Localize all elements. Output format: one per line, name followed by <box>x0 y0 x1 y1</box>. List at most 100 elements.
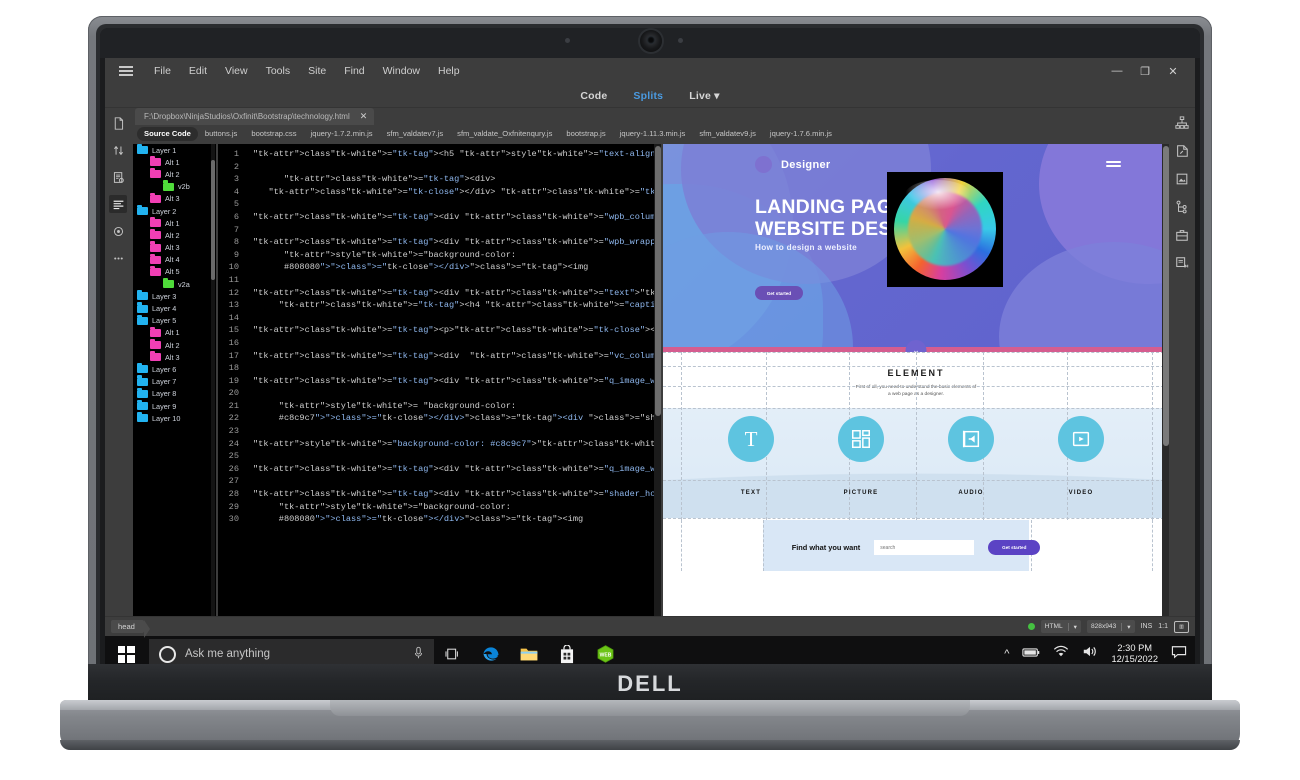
volume-icon[interactable] <box>1082 645 1098 663</box>
menu-tools[interactable]: Tools <box>257 62 300 80</box>
layer-row[interactable]: Layer 10 <box>133 412 216 424</box>
image-properties-icon[interactable] <box>1173 170 1191 188</box>
layers-panel[interactable]: Layer 1 Alt 1 Alt 2 v2b Alt 3 Layer 2 Alt 1 Alt… <box>133 144 218 616</box>
breadcrumb[interactable]: head <box>111 620 150 638</box>
view-mode-code[interactable]: Code <box>580 90 607 102</box>
layer-row[interactable]: Alt 4 <box>133 253 216 266</box>
insert-mode-indicator[interactable]: INS <box>1141 623 1153 630</box>
layer-row[interactable]: Alt 3 <box>133 241 216 254</box>
layer-row[interactable]: Layer 6 <box>133 363 216 375</box>
zoom-level-indicator[interactable]: 1:1 <box>1158 623 1168 630</box>
layer-row[interactable]: Alt 3 <box>133 192 216 205</box>
menu-file[interactable]: File <box>145 62 180 80</box>
layer-row[interactable]: Layer 3 <box>133 290 216 302</box>
window-close-button[interactable]: ✕ <box>1159 61 1187 81</box>
menu-find[interactable]: Find <box>335 62 373 80</box>
element-card-picture[interactable]: PICTURE <box>823 416 899 496</box>
live-preview-pane[interactable]: Designer LANDING PAGE WEBSITE DESIGN How… <box>663 144 1169 616</box>
layer-row[interactable]: Layer 7 <box>133 375 216 388</box>
more-dots-icon[interactable] <box>109 249 127 267</box>
code-line: "tk-attr">class"tk-white">="tk-tag"><div… <box>253 287 661 298</box>
element-card-video[interactable]: VIDEO <box>1043 416 1119 496</box>
view-mode-live[interactable]: Live ▾ <box>689 90 719 102</box>
layers-scrollbar-thumb[interactable] <box>211 160 215 280</box>
sort-arrows-icon[interactable] <box>109 141 127 159</box>
layer-row[interactable]: Alt 5 <box>133 265 216 278</box>
dom-tree-icon[interactable] <box>1173 198 1191 216</box>
code-editor-pane[interactable]: 1 2 3 4 5 6 7 8 9 10 11 12 13 14 15 16 17 18 19 20 21 22 23 24 2… <box>218 144 661 616</box>
subtab-sfm-valdatev9[interactable]: sfm_valdatev9.js <box>692 127 763 141</box>
layer-row[interactable]: Alt 2 <box>133 338 216 351</box>
microphone-icon[interactable] <box>413 646 424 663</box>
file-tab-close-icon[interactable]: ✕ <box>360 111 368 122</box>
code-scrollbar-thumb[interactable] <box>654 146 661 416</box>
battery-icon[interactable] <box>1022 645 1040 663</box>
menu-edit[interactable]: Edit <box>180 62 216 80</box>
menu-view[interactable]: View <box>216 62 257 80</box>
subtab-sfm-valdatev7[interactable]: sfm_valdatev7.js <box>380 127 451 141</box>
hero-cta-button[interactable]: Get started <box>755 286 803 300</box>
find-get-started-button[interactable]: Get started <box>988 540 1041 555</box>
menu-site[interactable]: Site <box>299 62 335 80</box>
code-line-number: 25 <box>228 451 239 462</box>
code-source-text[interactable]: "tk-attr">class"tk-white">="tk-tag"><h5 … <box>244 144 661 526</box>
taskbar-clock[interactable]: 2:30 PM 12/15/2022 <box>1111 643 1158 665</box>
subtab-jquery-172[interactable]: jquery-1.7.2.min.js <box>304 127 380 141</box>
window-size-dropdown[interactable]: 828x943 ▾ <box>1086 620 1135 633</box>
show-hidden-icons-chevron[interactable]: ^ <box>1004 648 1009 660</box>
device-preview-icon[interactable]: ▥ <box>1174 620 1189 633</box>
folder-icon <box>150 156 161 167</box>
window-minimize-button[interactable]: — <box>1103 61 1131 81</box>
layer-row[interactable]: Alt 3 <box>133 351 216 363</box>
target-icon[interactable] <box>109 222 127 240</box>
search-input[interactable] <box>874 540 975 555</box>
subtab-source-code[interactable]: Source Code <box>137 126 198 141</box>
file-tab-technology-html[interactable]: F:\Dropbox\NinjaStudios\Oxfinit\Bootstra… <box>135 108 375 125</box>
hamburger-icon[interactable] <box>1106 161 1121 170</box>
layer-row[interactable]: Layer 9 <box>133 399 216 412</box>
layer-label: Alt 2 <box>165 230 180 240</box>
chevron-down-icon[interactable]: ⌄ <box>905 340 927 352</box>
wifi-icon[interactable] <box>1053 645 1069 663</box>
preview-scrollbar-thumb[interactable] <box>1162 146 1169 446</box>
list-lines-icon[interactable] <box>109 195 127 213</box>
notifications-icon[interactable] <box>1171 645 1187 664</box>
layer-row[interactable]: Layer 5 <box>133 314 216 327</box>
menu-help[interactable]: Help <box>429 62 469 80</box>
sitemap-icon[interactable] <box>1173 114 1191 132</box>
text-t-icon: T <box>728 416 774 462</box>
layer-row[interactable]: Alt 1 <box>133 217 216 229</box>
subtab-buttons-js[interactable]: buttons.js <box>198 127 245 141</box>
file-search-icon[interactable] <box>109 168 127 186</box>
doctype-dropdown[interactable]: HTML ▾ <box>1040 620 1081 633</box>
layer-row[interactable]: Alt 1 <box>133 326 216 339</box>
layer-row[interactable]: Layer 8 <box>133 387 216 400</box>
window-maximize-button[interactable]: ❐ <box>1131 61 1159 81</box>
app-menu-hamburger-icon[interactable] <box>119 66 133 76</box>
element-card-text[interactable]: T TEXT <box>713 416 789 496</box>
view-mode-split[interactable]: Splits <box>633 90 663 102</box>
layer-row[interactable]: v2b <box>133 180 216 193</box>
assets-briefcase-icon[interactable] <box>1173 226 1191 244</box>
code-snippets-icon[interactable] <box>1173 254 1191 272</box>
layer-row[interactable]: Layer 1 <box>133 144 216 156</box>
folder-icon <box>150 229 161 240</box>
subtab-bootstrap-css[interactable]: bootstrap.css <box>244 127 303 141</box>
layer-row[interactable]: Alt 2 <box>133 229 216 241</box>
layer-row[interactable]: Alt 1 <box>133 156 216 168</box>
subtab-sfm-valdate-oxfnitenqury[interactable]: sfm_valdate_Oxfnitenqury.js <box>450 127 559 141</box>
element-card-audio[interactable]: AUDIO <box>933 416 1009 496</box>
live-connection-dot <box>1027 623 1035 630</box>
layer-row[interactable]: Layer 4 <box>133 302 216 314</box>
menu-window[interactable]: Window <box>374 62 429 80</box>
layer-row[interactable]: v2a <box>133 277 216 290</box>
subtab-jquery-1113[interactable]: jquery-1.11.3.min.js <box>613 127 693 141</box>
code-line-number: 21 <box>228 400 239 411</box>
windows-logo <box>117 645 135 663</box>
layer-row[interactable]: Alt 2 <box>133 168 216 180</box>
subtab-jquery-176[interactable]: jquery-1.7.6.min.js <box>763 127 839 141</box>
subtab-bootstrap-js[interactable]: bootstrap.js <box>559 127 612 141</box>
layer-row[interactable]: Layer 2 <box>133 204 216 217</box>
file-icon[interactable] <box>109 114 127 132</box>
insert-panel-icon[interactable] <box>1173 142 1191 160</box>
